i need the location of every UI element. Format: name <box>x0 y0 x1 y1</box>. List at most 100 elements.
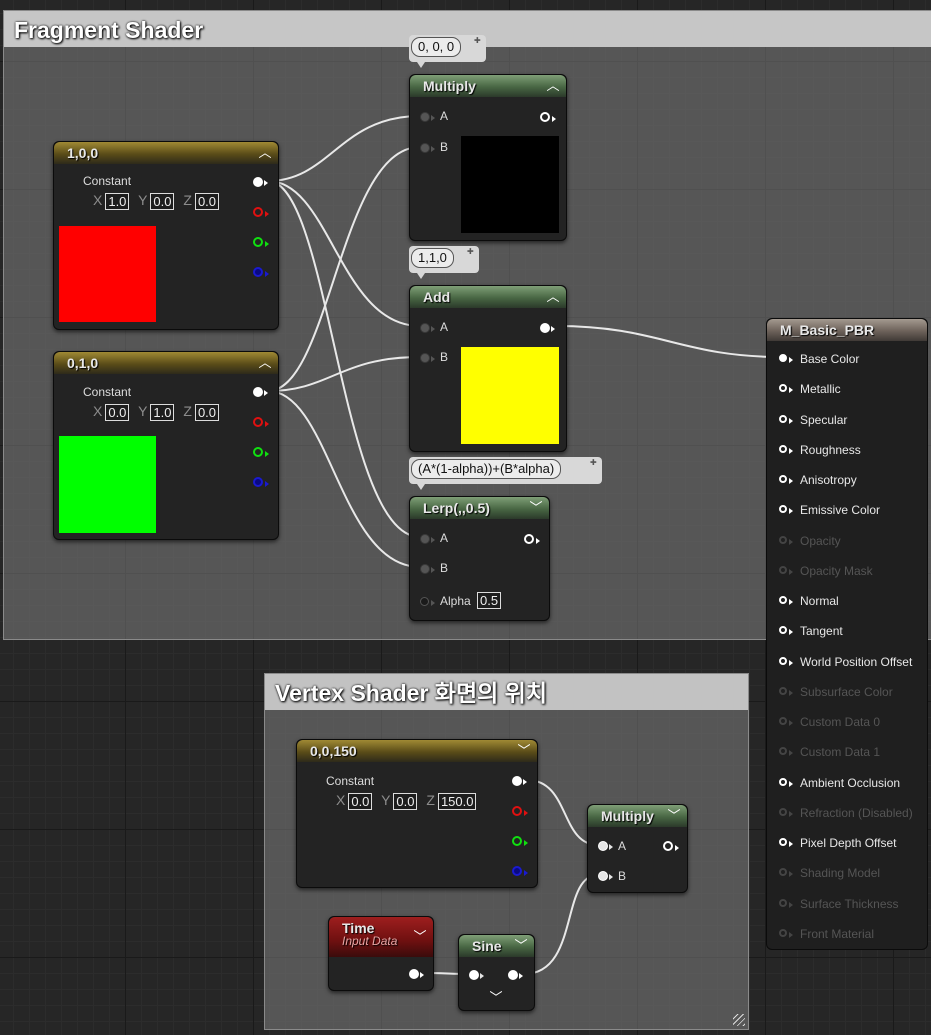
material-input-label: Pixel Depth Offset <box>800 836 897 850</box>
chevron-down-icon[interactable]: ﹀ <box>667 806 681 824</box>
output-pin[interactable] <box>540 112 556 122</box>
y-value-field[interactable]: 1.0 <box>150 403 175 421</box>
pin-b-label: B <box>440 350 449 364</box>
input-pin-icon[interactable] <box>779 898 793 908</box>
input-pin-icon[interactable] <box>779 656 793 666</box>
z-value-field[interactable]: 150.0 <box>437 792 477 810</box>
add-node[interactable]: Add ︿ A B <box>409 285 567 452</box>
input-pin-icon[interactable] <box>779 565 793 575</box>
chevron-up-icon[interactable]: ︿ <box>258 353 272 371</box>
expand-chevron-icon[interactable]: ﹀ <box>489 988 503 1006</box>
input-pin-a[interactable] <box>420 534 435 544</box>
axis-z-label: Z <box>426 792 435 808</box>
output-pin-g[interactable] <box>512 836 528 846</box>
output-pin-b[interactable] <box>253 267 269 277</box>
input-pin-b[interactable] <box>420 353 435 363</box>
wire-red-to-multiply-a <box>267 115 421 182</box>
input-pin-a[interactable] <box>420 112 435 122</box>
chevron-down-icon[interactable]: ﹀ <box>517 741 531 759</box>
input-pin-icon[interactable] <box>779 747 793 757</box>
input-pin-a[interactable] <box>420 323 435 333</box>
input-pin[interactable] <box>469 970 484 980</box>
input-pin-icon[interactable] <box>779 444 793 454</box>
output-pin-b[interactable] <box>253 477 269 487</box>
output-pin-rgb[interactable] <box>253 177 268 187</box>
wire-green-to-multiply-b <box>267 146 421 392</box>
input-pin-icon[interactable] <box>779 535 793 545</box>
output-pin[interactable] <box>540 323 555 333</box>
input-pin-icon[interactable] <box>779 686 793 696</box>
output-pin-r[interactable] <box>253 417 269 427</box>
z-value-field[interactable]: 0.0 <box>194 403 220 421</box>
multiply-vertex-node[interactable]: Multiply ﹀ A B <box>587 804 688 893</box>
output-pin-rgb[interactable] <box>512 776 527 786</box>
output-pin-g[interactable] <box>253 237 269 247</box>
x-value-field[interactable]: 0.0 <box>348 792 373 810</box>
chevron-up-icon[interactable]: ︿ <box>258 143 272 161</box>
input-pin-icon[interactable] <box>779 596 793 605</box>
color-preview <box>461 347 559 444</box>
input-pin-a[interactable] <box>598 841 613 851</box>
alpha-value-field[interactable]: 0.5 <box>477 592 502 609</box>
pin-b-label: B <box>440 561 449 575</box>
input-pin-b[interactable] <box>420 564 435 574</box>
input-pin-b[interactable] <box>598 871 613 881</box>
y-value-field[interactable]: 0.0 <box>150 192 175 210</box>
input-pin-icon[interactable] <box>779 807 793 817</box>
output-pin[interactable] <box>409 969 424 979</box>
tooltip-text: 0, 0, 0 <box>411 37 462 57</box>
z-value-field[interactable]: 0.0 <box>194 192 220 210</box>
input-pin-icon[interactable] <box>779 354 793 363</box>
pin-icon[interactable]: ✚ <box>474 37 483 45</box>
pin-a-label: A <box>618 839 627 853</box>
chevron-up-icon[interactable]: ︿ <box>546 287 560 305</box>
x-value-field[interactable]: 1.0 <box>105 192 130 210</box>
material-input-label: World Position Offset <box>800 654 913 669</box>
chevron-down-icon[interactable]: ﹀ <box>529 498 543 516</box>
output-pin-b[interactable] <box>512 866 528 876</box>
input-pin-icon[interactable] <box>779 626 793 636</box>
input-pin-icon[interactable] <box>779 868 793 878</box>
output-pin[interactable] <box>508 970 523 980</box>
wire-red-to-add-a <box>267 180 421 327</box>
input-pin-icon[interactable] <box>779 414 793 424</box>
x-value-field[interactable]: 0.0 <box>105 403 130 421</box>
input-pin-icon[interactable] <box>779 838 793 847</box>
pin-a-label: A <box>440 320 449 334</box>
chevron-down-icon[interactable]: ﹀ <box>514 936 528 954</box>
pin-alpha-label: Alpha <box>440 594 471 608</box>
axis-y-label: Y <box>138 192 148 208</box>
output-pin[interactable] <box>524 534 540 544</box>
add-result-tooltip: 1,1,0 ✚ <box>409 246 479 279</box>
output-pin-rgb[interactable] <box>253 387 268 397</box>
constant-vertex-node[interactable]: 0,0,150 ﹀ Constant X 0.0 Y 0.0 Z 150.0 <box>296 739 538 888</box>
output-pin-r[interactable] <box>253 207 269 217</box>
pin-icon[interactable]: ✚ <box>590 459 599 467</box>
input-pin-icon[interactable] <box>779 384 793 394</box>
lerp-node[interactable]: Lerp(,,0.5) ﹀ A B Alpha 0.5 <box>409 496 550 621</box>
constant-red-node[interactable]: 1,0,0 ︿ Constant X 1.0 Y 0.0 Z 0.0 <box>53 141 279 330</box>
output-pin-r[interactable] <box>512 806 528 816</box>
constant-green-node[interactable]: 0,1,0 ︿ Constant X 0.0 Y 1.0 Z 0.0 <box>53 351 279 540</box>
input-pin-icon[interactable] <box>779 928 793 938</box>
material-input-label: Specular <box>800 412 848 427</box>
input-pin-icon[interactable] <box>779 505 793 515</box>
input-pin-b[interactable] <box>420 143 435 153</box>
chevron-up-icon[interactable]: ︿ <box>546 76 560 94</box>
input-pin-icon[interactable] <box>779 717 793 726</box>
multiply-node[interactable]: Multiply ︿ A B <box>409 74 567 241</box>
pin-icon[interactable]: ✚ <box>467 248 476 256</box>
chevron-down-icon[interactable]: ﹀ <box>413 927 427 945</box>
input-pin-alpha[interactable] <box>420 597 435 606</box>
y-value-field[interactable]: 0.0 <box>393 792 418 810</box>
input-pin-icon[interactable] <box>779 475 793 484</box>
input-pin-icon[interactable] <box>779 777 793 787</box>
time-node[interactable]: Time Input Data ﹀ <box>328 916 434 991</box>
axis-x-label: X <box>93 403 103 419</box>
axis-x-label: X <box>336 792 346 808</box>
sine-node[interactable]: Sine ﹀ ﹀ <box>458 934 535 1011</box>
output-pin[interactable] <box>663 841 679 851</box>
output-pin-g[interactable] <box>253 447 269 457</box>
material-result-node[interactable]: M_Basic_PBR Base Color Metallic Specular Ro… <box>766 318 928 950</box>
constant-label: Constant <box>83 385 132 399</box>
